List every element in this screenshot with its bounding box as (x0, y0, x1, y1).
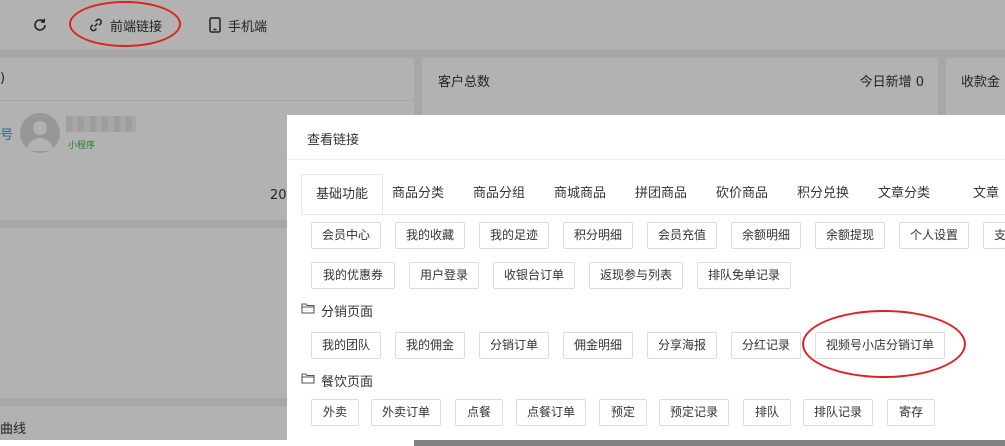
link-takeout[interactable]: 外卖 (311, 399, 359, 426)
link-queue-records[interactable]: 排队记录 (803, 399, 873, 426)
link-share-poster[interactable]: 分享海报 (647, 332, 717, 359)
folder-icon (301, 302, 321, 318)
link-my-footprints[interactable]: 我的足迹 (479, 222, 549, 249)
link-reservation-records[interactable]: 预定记录 (659, 399, 729, 426)
link-commission-detail[interactable]: 佣金明细 (563, 332, 633, 359)
catering-section-label: 餐饮页面 (321, 374, 374, 390)
tab-product-category[interactable]: 商品分类 (392, 174, 444, 214)
view-links-dialog: 查看链接 基础功能 商品分类 商品分组 商城商品 拼团商品 砍价商品 积分兑换 … (287, 115, 1005, 440)
tab-bargain-products[interactable]: 砍价商品 (716, 174, 768, 214)
distribution-section-header: 分销页面 (301, 301, 374, 320)
distribution-section-label: 分销页面 (321, 304, 374, 320)
link-my-favorites[interactable]: 我的收藏 (395, 222, 465, 249)
link-balance-withdraw[interactable]: 余额提现 (815, 222, 885, 249)
link-reservation[interactable]: 预定 (599, 399, 647, 426)
link-member-center[interactable]: 会员中心 (311, 222, 381, 249)
link-cashback-list[interactable]: 返现参与列表 (589, 262, 683, 289)
tab-basic-functions[interactable]: 基础功能 (301, 174, 383, 214)
link-storage[interactable]: 寄存 (887, 399, 935, 426)
link-balance-detail[interactable]: 余额明细 (731, 222, 801, 249)
link-food-orders[interactable]: 点餐订单 (516, 399, 586, 426)
link-queue-free-records[interactable]: 排队免单记录 (697, 262, 791, 289)
link-my-team[interactable]: 我的团队 (311, 332, 381, 359)
link-distribution-orders[interactable]: 分销订单 (479, 332, 549, 359)
tab-product-group[interactable]: 商品分组 (473, 174, 525, 214)
link-dividend-records[interactable]: 分红记录 (731, 332, 801, 359)
link-video-shop-distribution-orders[interactable]: 视频号小店分销订单 (815, 332, 945, 359)
folder-icon (301, 372, 321, 388)
catering-section-header: 餐饮页面 (301, 371, 374, 390)
link-my-commission[interactable]: 我的佣金 (395, 332, 465, 359)
link-order-food[interactable]: 点餐 (455, 399, 503, 426)
link-personal-settings[interactable]: 个人设置 (899, 222, 969, 249)
tab-mall-products[interactable]: 商城商品 (554, 174, 606, 214)
link-my-coupons[interactable]: 我的优惠券 (311, 262, 395, 289)
link-points-detail[interactable]: 积分明细 (563, 222, 633, 249)
link-payment-partial[interactable]: 支 (983, 222, 1005, 249)
link-category-tabs: 基础功能 商品分类 商品分组 商城商品 拼团商品 砍价商品 积分兑换 文章分类 … (301, 174, 1005, 215)
link-takeout-orders[interactable]: 外卖订单 (371, 399, 441, 426)
tab-points-exchange[interactable]: 积分兑换 (797, 174, 849, 214)
tab-article[interactable]: 文章 (973, 174, 999, 214)
tab-group-buy-products[interactable]: 拼团商品 (635, 174, 687, 214)
link-queue[interactable]: 排队 (743, 399, 791, 426)
link-user-login[interactable]: 用户登录 (409, 262, 479, 289)
link-cashier-orders[interactable]: 收银台订单 (493, 262, 575, 289)
link-member-recharge[interactable]: 会员充值 (647, 222, 717, 249)
tab-article-category[interactable]: 文章分类 (878, 174, 930, 214)
dialog-title: 查看链接 (307, 133, 360, 148)
dialog-header: 查看链接 (287, 115, 1005, 160)
